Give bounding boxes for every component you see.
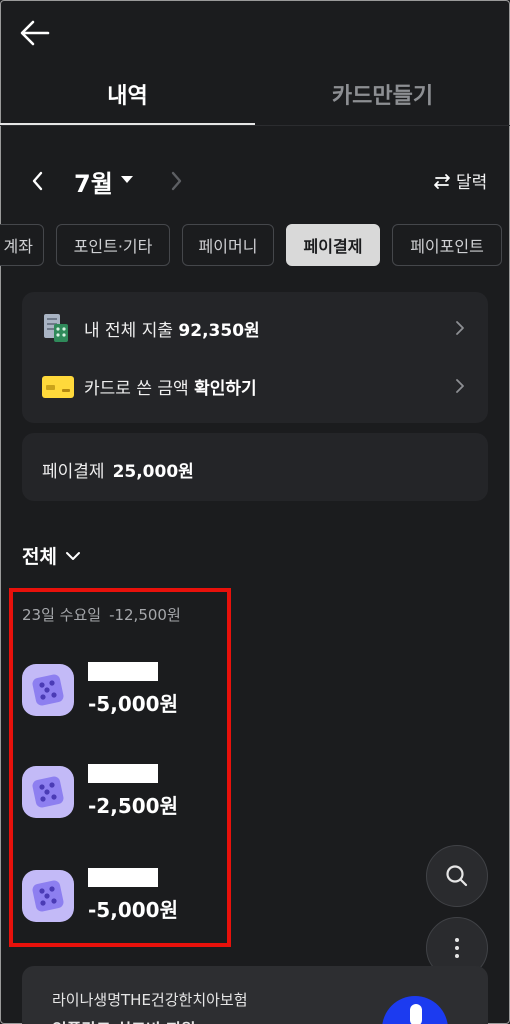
redacted-merchant-name (88, 764, 158, 783)
back-button[interactable] (18, 18, 58, 52)
card-spend-text: 카드로 쓴 금액 확인하기 (84, 374, 257, 399)
day-date: 23일 수요일 (22, 606, 102, 624)
chevron-down-icon (65, 551, 80, 560)
dice-icon (22, 870, 74, 922)
filter-dropdown[interactable]: 전체 (22, 542, 81, 569)
total-spend-amount: 92,350원 (178, 320, 260, 341)
prev-month-button[interactable] (26, 168, 50, 194)
swap-arrows-icon (434, 173, 450, 189)
pay-total-text: 페이결제 25,000원 (42, 457, 194, 482)
ad-banner[interactable]: 라이나생명THE건강한치아보험 임플란트 치료비 지원 (22, 966, 488, 1024)
chevron-right-icon (171, 171, 182, 191)
chevron-right-icon (456, 379, 464, 393)
transaction-amount: -5,000원 (88, 692, 178, 716)
top-tabs: 내역 카드만들기 (0, 62, 510, 126)
caret-down-icon[interactable] (121, 176, 133, 183)
month-navigator: 7월 달력 (0, 160, 510, 202)
spending-summary-card: 내 전체 지출 92,350원 카드로 쓴 금액 확인하기 (22, 292, 488, 423)
total-spend-prefix: 내 전체 지출 (84, 320, 174, 341)
search-button[interactable] (426, 845, 488, 907)
chip-account[interactable]: 계좌 (0, 224, 44, 266)
category-chips: 계좌 포인트·기타 페이머니 페이결제 페이포인트 (0, 224, 510, 268)
credit-card-icon (42, 376, 74, 398)
tab-history[interactable]: 내역 (0, 62, 255, 126)
calendar-toggle-button[interactable]: 달력 (432, 168, 487, 193)
card-spend-prefix: 카드로 쓴 금액 (84, 378, 189, 399)
chip-pay-money[interactable]: 페이머니 (182, 224, 274, 266)
chevron-left-icon (32, 171, 43, 191)
transaction-amount: -5,000원 (88, 898, 178, 922)
card-spend-row[interactable]: 카드로 쓴 금액 확인하기 (22, 358, 488, 414)
transaction-amount: -2,500원 (88, 794, 178, 818)
day-sum: -12,500원 (109, 606, 181, 624)
ad-subtitle: 임플란트 치료비 지원 (52, 1016, 196, 1024)
tab-make-card[interactable]: 카드만들기 (255, 62, 510, 126)
search-icon (446, 865, 468, 887)
day-header: 23일 수요일 -12,500원 (22, 604, 181, 625)
chevron-right-icon (456, 321, 464, 335)
transaction-item[interactable]: -5,000원 (22, 660, 222, 730)
total-spend-row[interactable]: 내 전체 지출 92,350원 (22, 300, 488, 356)
redacted-merchant-name (88, 868, 158, 887)
receipt-icon (42, 312, 70, 344)
calendar-label: 달력 (456, 173, 488, 193)
chip-points-etc[interactable]: 포인트·기타 (56, 224, 170, 266)
card-spend-action: 확인하기 (194, 378, 257, 399)
transaction-item[interactable]: -5,000원 (22, 866, 222, 936)
month-label[interactable]: 7월 (74, 164, 113, 199)
arrow-left-icon (20, 20, 50, 46)
pay-total-label: 페이결제 (42, 462, 105, 482)
chip-pay-payment[interactable]: 페이결제 (286, 224, 380, 266)
pay-total-amount: 25,000원 (112, 462, 194, 482)
ad-mascot-icon (382, 996, 448, 1024)
dice-icon (22, 766, 74, 818)
next-month-button[interactable] (164, 168, 188, 194)
chip-pay-point[interactable]: 페이포인트 (392, 224, 502, 266)
total-spend-text: 내 전체 지출 92,350원 (84, 316, 260, 341)
dice-icon (22, 664, 74, 716)
ad-title: 라이나생명THE건강한치아보험 (52, 991, 248, 1009)
filter-label: 전체 (22, 546, 57, 568)
pay-total-card: 페이결제 25,000원 (22, 433, 488, 501)
more-vertical-icon (455, 938, 459, 958)
tabs-divider (0, 125, 510, 126)
redacted-merchant-name (88, 662, 158, 681)
transaction-item[interactable]: -2,500원 (22, 762, 222, 832)
